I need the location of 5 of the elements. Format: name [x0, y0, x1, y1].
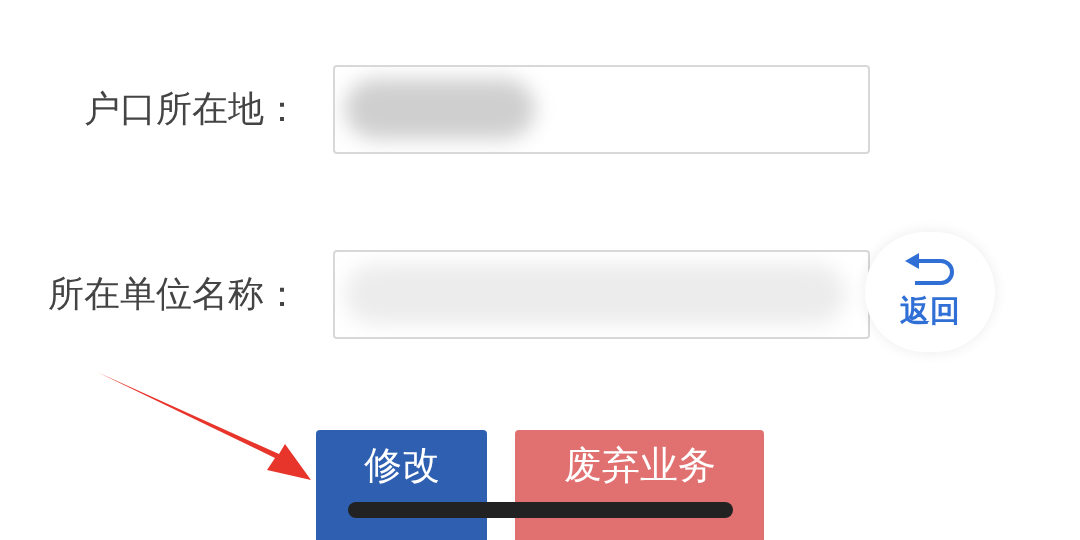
back-button[interactable]: 返回: [865, 232, 995, 352]
field-label: 户口所在地：: [83, 87, 301, 131]
input-field[interactable]: [333, 250, 870, 339]
input-field[interactable]: [333, 65, 870, 154]
field-label: 所在单位名称：: [47, 272, 301, 316]
